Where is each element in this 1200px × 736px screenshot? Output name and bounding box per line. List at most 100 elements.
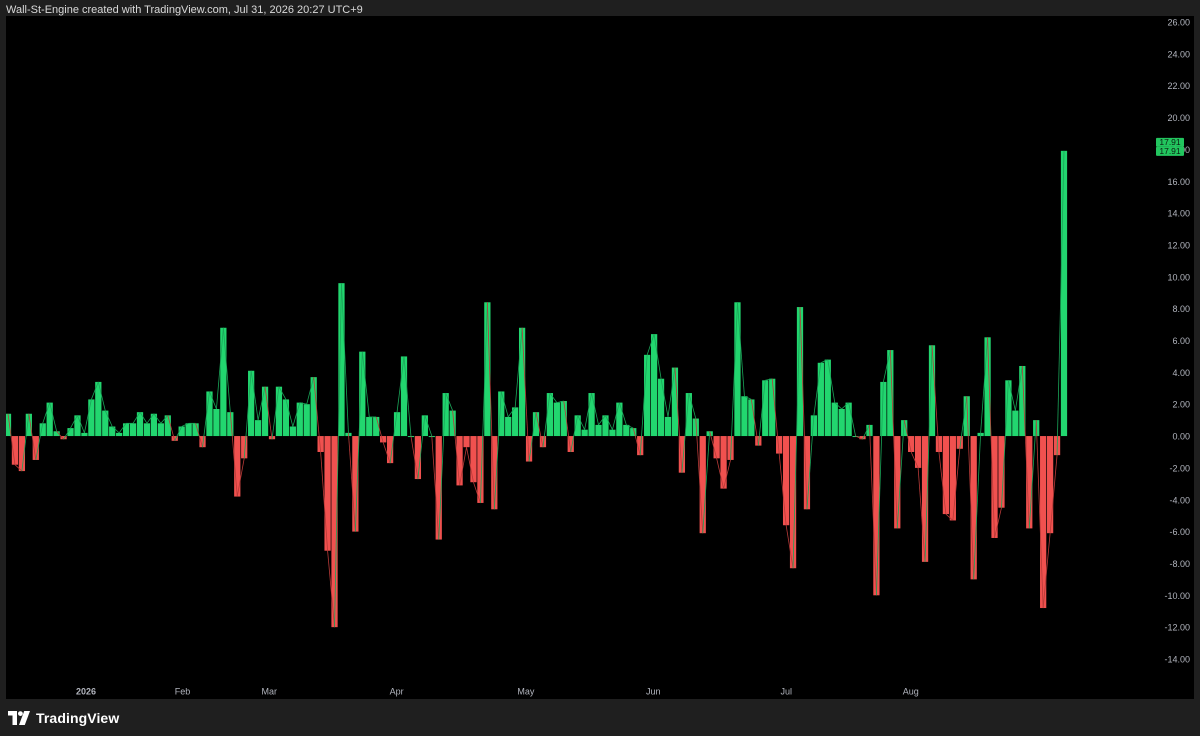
chart-header-text: Wall-St-Engine created with TradingView.… bbox=[6, 4, 363, 16]
histogram-bar bbox=[838, 408, 845, 437]
histogram-bar bbox=[713, 436, 720, 459]
histogram-bar bbox=[831, 402, 838, 437]
histogram-bar bbox=[324, 436, 331, 551]
time-scale[interactable]: 2026 Feb Mar Apr May Jun Jul Aug bbox=[6, 683, 1152, 699]
histogram-bar bbox=[734, 302, 741, 437]
price-scale[interactable]: 26.0024.0022.0020.0018.0016.0014.0012.00… bbox=[1152, 16, 1194, 683]
histogram-bar bbox=[741, 396, 748, 437]
histogram-bar bbox=[122, 423, 130, 437]
histogram-bar bbox=[699, 436, 706, 534]
histogram-bar bbox=[657, 378, 665, 437]
histogram-bar bbox=[623, 424, 630, 437]
y-tick-label: 24.00 bbox=[1167, 49, 1190, 59]
y-tick-label: -2.00 bbox=[1169, 463, 1190, 473]
histogram-bar bbox=[463, 436, 470, 448]
histogram-bar bbox=[512, 407, 519, 437]
y-tick-label: 4.00 bbox=[1172, 368, 1190, 378]
histogram-bar bbox=[991, 436, 998, 538]
histogram-bar bbox=[393, 412, 401, 437]
histogram-bar bbox=[1012, 410, 1019, 437]
histogram-bar bbox=[296, 402, 303, 437]
histogram-bar bbox=[609, 429, 616, 437]
histogram-bar bbox=[81, 432, 88, 437]
histogram-bar bbox=[129, 423, 137, 437]
histogram-bar bbox=[46, 402, 53, 437]
histogram-bar bbox=[970, 436, 977, 580]
y-tick-label: -14.00 bbox=[1164, 655, 1190, 665]
histogram-bar bbox=[88, 399, 95, 437]
histogram-bar bbox=[505, 416, 512, 437]
histogram-bar bbox=[185, 423, 192, 437]
histogram-bar bbox=[254, 420, 262, 437]
histogram-bar bbox=[116, 432, 123, 437]
histogram-bar bbox=[74, 415, 81, 437]
price-axis[interactable]: 26.0024.0022.0020.0018.0016.0014.0012.00… bbox=[1152, 16, 1194, 683]
histogram-bar bbox=[213, 408, 220, 437]
y-tick-label: -4.00 bbox=[1169, 495, 1190, 505]
y-tick-label: -10.00 bbox=[1164, 591, 1190, 601]
tradingview-brand[interactable]: TradingView bbox=[8, 709, 119, 727]
histogram-bar bbox=[887, 350, 894, 437]
histogram-bar bbox=[157, 423, 164, 437]
histogram-bar bbox=[769, 378, 776, 437]
histogram-bar bbox=[664, 416, 672, 437]
histogram-bar bbox=[845, 402, 852, 437]
histogram-bar bbox=[206, 391, 213, 437]
histogram-bar bbox=[289, 426, 296, 437]
histogram-bar bbox=[518, 327, 526, 437]
histogram-bar bbox=[261, 386, 269, 437]
histogram-bar bbox=[553, 402, 560, 437]
last-value-label: 17.91 bbox=[1156, 146, 1184, 156]
histogram-bar bbox=[616, 402, 623, 437]
histogram-bar bbox=[1046, 436, 1054, 534]
histogram-bar bbox=[1060, 150, 1068, 437]
histogram-plot[interactable] bbox=[4, 16, 1152, 683]
histogram-bar bbox=[949, 436, 956, 521]
histogram-bar bbox=[588, 393, 595, 437]
x-tick-label: Apr bbox=[390, 687, 404, 697]
y-tick-label: -8.00 bbox=[1169, 559, 1190, 569]
histogram-bar bbox=[748, 399, 755, 437]
histogram-bar bbox=[581, 429, 588, 437]
histogram-bar bbox=[366, 416, 373, 437]
footer: TradingView bbox=[0, 700, 1200, 736]
tradingview-logo-icon bbox=[8, 711, 30, 725]
x-tick-label: 2026 bbox=[76, 687, 96, 697]
histogram-bar bbox=[644, 354, 651, 437]
x-tick-label: Jun bbox=[646, 687, 661, 697]
histogram-bar bbox=[789, 436, 797, 569]
histogram-bar bbox=[282, 399, 290, 437]
y-tick-label: 10.00 bbox=[1167, 272, 1190, 282]
histogram-bar bbox=[373, 416, 380, 437]
svg-text:17.91: 17.91 bbox=[1159, 146, 1181, 156]
histogram-bar bbox=[762, 380, 769, 437]
histogram-bar bbox=[338, 283, 345, 437]
histogram-bar bbox=[109, 426, 116, 437]
y-tick-label: 6.00 bbox=[1172, 336, 1190, 346]
histogram-bar bbox=[102, 410, 109, 437]
time-axis[interactable]: 2026 Feb Mar Apr May Jun Jul Aug bbox=[6, 683, 1152, 699]
histogram-bar bbox=[400, 356, 408, 437]
y-tick-label: 8.00 bbox=[1172, 304, 1190, 314]
brand-name: TradingView bbox=[36, 710, 120, 726]
x-tick-label: May bbox=[517, 687, 535, 697]
histogram-bar bbox=[595, 424, 602, 437]
tradingview-frame: Wall-St-Engine created with TradingView.… bbox=[0, 0, 1200, 736]
histogram-bar bbox=[143, 423, 151, 437]
y-tick-label: -12.00 bbox=[1164, 623, 1190, 633]
histogram-bar bbox=[942, 436, 950, 515]
scale-corner bbox=[1152, 683, 1194, 699]
histogram-bar bbox=[984, 337, 991, 437]
y-tick-label: -6.00 bbox=[1169, 527, 1190, 537]
histogram-bar bbox=[908, 436, 915, 452]
histogram-bar bbox=[303, 404, 310, 437]
x-tick-label: Jul bbox=[781, 687, 793, 697]
histogram-bar bbox=[275, 386, 283, 437]
histogram-bar bbox=[873, 436, 880, 596]
histogram-bar bbox=[220, 327, 227, 437]
y-tick-label: 14.00 bbox=[1167, 209, 1190, 219]
chart-pane[interactable] bbox=[4, 16, 1152, 683]
histogram-bar bbox=[546, 393, 554, 437]
y-tick-label: 20.00 bbox=[1167, 113, 1190, 123]
histogram-bar bbox=[817, 362, 824, 437]
